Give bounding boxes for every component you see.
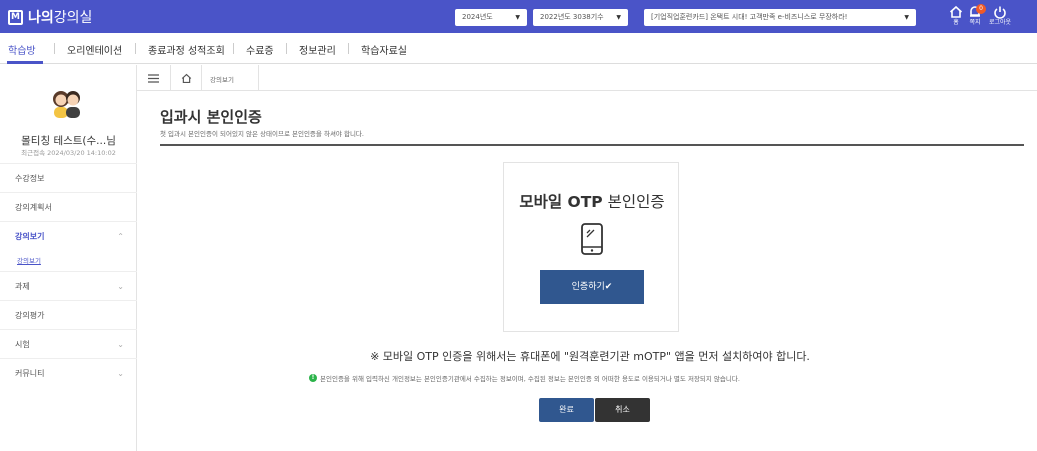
chevron-down-icon: ▼ [616,14,621,21]
home-icon [181,73,191,83]
sidebar-item-lectures[interactable]: 강의보기 ⌃ [0,221,137,250]
sidebar-item-course-info[interactable]: 수강정보 [0,163,137,192]
notice-badge: 0 [976,4,986,14]
logout-button[interactable]: 로그아웃 [986,3,1014,31]
card-title: 모바일 OTP 본인인증 [519,193,665,211]
privacy-notice: ! 본인인증을 위해 입력하신 개인정보는 본인인증기관에서 수집하는 정보이며… [309,373,740,383]
breadcrumb: 강의보기 [137,65,1037,91]
menu-divider [54,43,55,54]
menu-divider [233,43,234,54]
menu-divider [286,43,287,54]
notice-button[interactable]: 0 쪽지 [961,3,989,31]
otp-auth-button[interactable]: 인증하기✔ [540,270,644,304]
user-name: 몰티칭 테스트(수...님 [21,135,116,147]
active-menu-indicator [7,61,43,64]
avatar-icon [53,91,80,118]
year-select[interactable]: 2024년도 ▼ [455,9,527,26]
menu-divider [135,43,136,54]
menu-item-certificate[interactable]: 수료증 [246,42,274,57]
power-icon [994,6,1006,19]
hamburger-icon [148,73,159,83]
breadcrumb-current: 강의보기 [210,76,234,84]
menu-item-grades[interactable]: 종료과정 성적조회 [148,42,225,57]
otp-app-notice: ※ 모바일 OTP 인증을 위해서는 휴대폰에 "원격훈련기관 mOTP" 앱을… [370,350,810,363]
sidebar-item-evaluation[interactable]: 강의평가 [0,300,137,329]
info-icon: ! [309,374,317,382]
title-divider [160,144,1024,146]
sidebar-item-assignments[interactable]: 과제 ⌄ [0,271,137,300]
sidebar-item-syllabus[interactable]: 강의계획서 [0,192,137,221]
breadcrumb-home-button[interactable] [171,65,202,91]
sidebar: 몰티칭 테스트(수...님 최근접속 2024/03/20 14:10:02 수… [0,65,137,451]
sidebar-subitem-lectures[interactable]: 강의보기 [17,255,41,265]
top-bar: M 나의강의실 2024년도 ▼ 2022년도 3038기수 ▼ [기업직업훈련카드… [0,0,1037,33]
menu-item-materials[interactable]: 학습자료실 [361,42,407,57]
app-title: 나의강의실 [28,10,93,26]
logo-mark: M [8,9,23,25]
last-login: 최근접속 2024/03/20 14:10:02 [21,149,116,157]
chevron-up-icon: ⌃ [117,232,124,241]
otp-auth-card: 모바일 OTP 본인인증 인증하기✔ [503,162,679,332]
menu-divider [348,43,349,54]
notice-select[interactable]: [기업직업훈련카드] 온택트 시대! 고객만족 e-비즈니스로 무장하라! ▼ [644,9,916,26]
app-logo[interactable]: M 나의강의실 [8,7,92,27]
done-button[interactable]: 완료 [539,398,594,422]
breadcrumb-divider [258,65,259,91]
menu-item-info[interactable]: 정보관리 [299,42,336,57]
main-menu: 학습방 오리엔테이션 종료과정 성적조회 수료증 정보관리 학습자료실 [0,33,1037,64]
mobile-phone-icon [581,223,603,255]
page-description: 첫 입과시 본인인증이 되어있지 않은 상태이므로 본인인증을 하셔야 합니다. [160,130,364,138]
menu-toggle-button[interactable] [137,65,171,91]
cancel-button[interactable]: 취소 [595,398,650,422]
menu-item-study-room[interactable]: 학습방 [8,42,36,57]
page-title: 입과시 본인인증 [160,108,262,126]
course-select[interactable]: 2022년도 3038기수 ▼ [533,9,628,26]
menu-item-orientation[interactable]: 오리엔테이션 [67,42,122,57]
chevron-down-icon: ▼ [515,14,520,21]
chevron-down-icon: ⌄ [117,282,124,291]
chevron-down-icon: ▼ [904,14,909,21]
